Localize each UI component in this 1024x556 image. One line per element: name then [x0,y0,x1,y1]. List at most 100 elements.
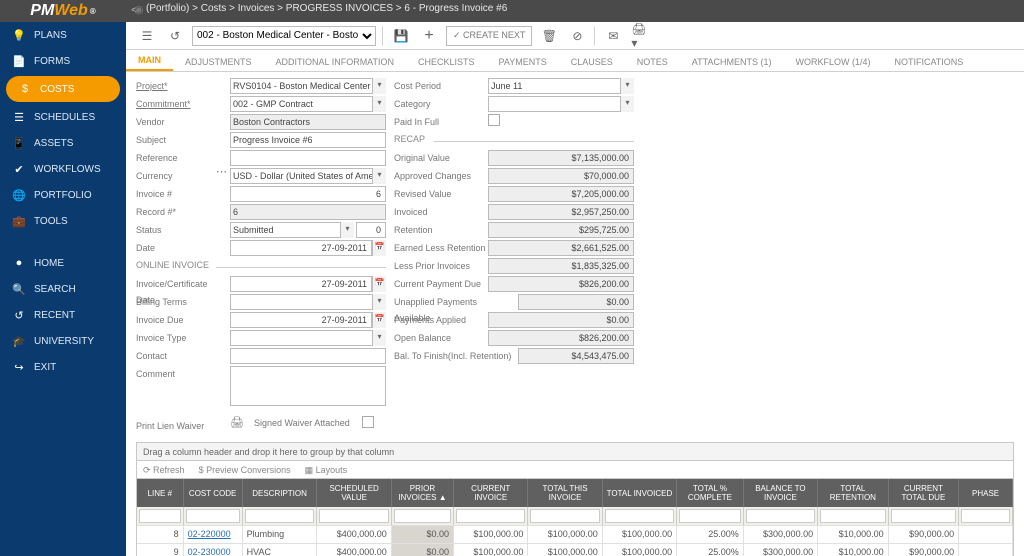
print-icon[interactable]: 🖨 ▾ [630,26,652,46]
col-header[interactable]: TOTAL INVOICED [602,479,676,507]
col-header[interactable]: CURRENT INVOICE [454,479,528,507]
dropdown-icon[interactable]: ▾ [620,96,634,112]
dropdown-icon[interactable]: ▾ [372,168,386,184]
filter-input[interactable] [319,509,388,523]
save-icon[interactable]: 💾 [390,26,412,46]
filter-input[interactable] [891,509,957,523]
col-header[interactable]: COST CODE [183,479,242,507]
contact-field[interactable] [230,348,386,364]
status-rev-field[interactable] [356,222,386,238]
tab-additional-information[interactable]: ADDITIONAL INFORMATION [264,57,407,71]
col-header[interactable]: TOTAL THIS INVOICE [528,479,602,507]
email-icon[interactable]: ✉ [602,26,624,46]
currency-field[interactable] [230,168,386,184]
dropdown-icon[interactable]: ▾ [620,78,634,94]
nav-schedules[interactable]: ☰SCHEDULES [0,104,126,130]
delete-icon[interactable]: 🗑 [538,26,560,46]
grid-preview-conversions[interactable]: $ Preview Conversions [199,461,291,478]
col-header[interactable]: CURRENT TOTAL DUE [888,479,959,507]
invoice-due-field[interactable] [230,312,372,328]
cost-period-field[interactable] [488,78,634,94]
list-icon[interactable]: ☰ [136,26,158,46]
dropdown-icon[interactable]: ▾ [372,330,386,346]
col-header[interactable]: LINE # [137,479,183,507]
history-icon[interactable]: ↺ [164,26,186,46]
print-icon[interactable]: 🖨 [230,416,244,429]
nav-tools[interactable]: 💼TOOLS [0,208,126,234]
add-icon[interactable]: + [418,26,440,46]
nav-forms[interactable]: 📄FORMS [0,48,126,74]
grid-group-hint[interactable]: Drag a column header and drop it here to… [137,443,1013,461]
dropdown-icon[interactable]: ▾ [340,222,354,238]
cost-code-link[interactable]: 02-230000 [188,547,231,556]
nav-recent[interactable]: ↺RECENT [0,302,126,328]
filter-input[interactable] [245,509,315,523]
col-header[interactable]: SCHEDULED VALUE [317,479,391,507]
project-field[interactable] [230,78,386,94]
calendar-icon[interactable]: 📅 [372,312,386,328]
commitment-field[interactable] [230,96,386,112]
inv-cert-date-field[interactable] [230,276,372,292]
signed-waiver-checkbox[interactable] [362,416,374,428]
col-header[interactable]: DESCRIPTION [242,479,317,507]
nav-exit[interactable]: ↪EXIT [0,354,126,380]
filter-input[interactable] [820,509,886,523]
calendar-icon[interactable]: 📅 [372,240,386,256]
col-header[interactable]: TOTAL RETENTION [818,479,889,507]
create-next-button[interactable]: ✓ CREATE NEXT [446,26,532,46]
tab-notes[interactable]: NOTES [625,57,680,71]
nav-assets[interactable]: 📱ASSETS [0,130,126,156]
subject-field[interactable] [230,132,386,148]
filter-input[interactable] [530,509,599,523]
portfolio-icon[interactable]: ◉ [134,3,144,16]
grid-refresh[interactable]: ⟳ Refresh [143,461,185,478]
tab-workflow-[interactable]: WORKFLOW (1/4) [783,57,882,71]
table-row[interactable]: 802-220000Plumbing$400,000.00$0.00$100,0… [137,525,1013,543]
table-row[interactable]: 902-230000HVAC$400,000.00$0.00$100,000.0… [137,543,1013,556]
filter-input[interactable] [679,509,741,523]
cancel-icon[interactable]: ⊘ [566,26,588,46]
invoice-type-field[interactable] [230,330,386,346]
dropdown-icon[interactable]: ▾ [372,294,386,310]
nav-workflows[interactable]: ✔WORKFLOWS [0,156,126,182]
filter-input[interactable] [605,509,674,523]
tab-clauses[interactable]: CLAUSES [559,57,625,71]
filter-input[interactable] [139,509,181,523]
filter-input[interactable] [186,509,240,523]
breadcrumb[interactable]: (Portfolio) > Costs > Invoices > PROGRES… [146,3,507,14]
col-header[interactable]: TOTAL % COMPLETE [677,479,744,507]
nav-portfolio[interactable]: 🌐PORTFOLIO [0,182,126,208]
grid-layouts[interactable]: ▦ Layouts [305,461,348,478]
project-selector[interactable]: 002 - Boston Medical Center - Bosto [192,26,376,46]
dropdown-icon[interactable]: ▾ [372,78,386,94]
filter-input[interactable] [456,509,525,523]
reference-field[interactable] [230,150,386,166]
cost-code-link[interactable]: 02-220000 [188,529,231,539]
tab-attachments-[interactable]: ATTACHMENTS (1) [680,57,784,71]
nav-costs[interactable]: $COSTS [6,76,120,102]
nav-university[interactable]: 🎓UNIVERSITY [0,328,126,354]
status-field[interactable] [230,222,354,238]
col-header[interactable]: PHASE [959,479,1013,507]
nav-plans[interactable]: 💡PLANS [0,22,126,48]
category-field[interactable] [488,96,634,112]
tab-notifications[interactable]: NOTIFICATIONS [882,57,975,71]
dropdown-icon[interactable]: ▾ [372,96,386,112]
col-header[interactable]: BALANCE TO INVOICE [743,479,817,507]
tab-main[interactable]: MAIN [126,55,173,71]
col-header[interactable]: PRIOR INVOICES ▲ [391,479,453,507]
comment-field[interactable] [230,366,386,406]
nav-home[interactable]: ●HOME [0,250,126,276]
tab-checklists[interactable]: CHECKLISTS [406,57,487,71]
filter-input[interactable] [961,509,1010,523]
filter-input[interactable] [746,509,815,523]
filter-input[interactable] [394,509,451,523]
invoice-no-field[interactable] [230,186,386,202]
date-field[interactable] [230,240,372,256]
nav-search[interactable]: 🔍SEARCH [0,276,126,302]
tab-payments[interactable]: PAYMENTS [487,57,559,71]
tab-adjustments[interactable]: ADJUSTMENTS [173,57,264,71]
billing-terms-field[interactable] [230,294,386,310]
calendar-icon[interactable]: 📅 [372,276,386,292]
paid-full-checkbox[interactable] [488,114,500,126]
